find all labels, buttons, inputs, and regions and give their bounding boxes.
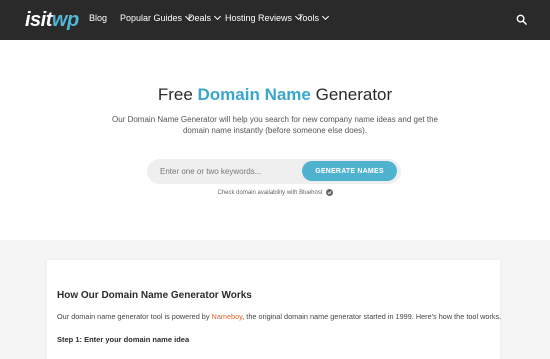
keyword-search-form: GENERATE NAMES — [147, 159, 401, 184]
nav-item-blog[interactable]: Blog — [89, 13, 107, 23]
section-paragraph: Our domain name generator tool is powere… — [57, 312, 501, 321]
check-circle-icon — [325, 189, 333, 196]
step-heading: Step 1: Enter your domain name idea — [57, 335, 190, 344]
chevron-down-icon — [213, 12, 222, 21]
nav-label: Deals — [188, 13, 212, 23]
keyword-input[interactable] — [160, 165, 290, 178]
search-icon[interactable] — [516, 14, 527, 25]
nav-item-popular-guides[interactable]: Popular Guides — [120, 12, 193, 23]
nameboy-link[interactable]: Nameboy — [212, 312, 243, 321]
nav-label: Tools — [298, 13, 320, 23]
title-suffix: Generator — [310, 85, 393, 104]
nav-item-hosting-reviews[interactable]: Hosting Reviews — [225, 12, 303, 23]
nav-label: Blog — [89, 13, 108, 23]
title-prefix: Free — [157, 85, 198, 104]
hero-description: Our Domain Name Generator will help you … — [112, 115, 438, 135]
bluehost-note: Check domain availability with Bluehost — [0, 189, 550, 196]
generate-names-button[interactable]: GENERATE NAMES — [302, 161, 397, 181]
nav-item-deals[interactable]: Deals — [188, 12, 222, 23]
chevron-down-icon — [321, 12, 330, 21]
site-logo[interactable]: isit wp — [25, 9, 79, 31]
bluehost-note-text: Check domain availability with Bluehost — [217, 189, 323, 196]
logo-text-part1: isit — [25, 9, 52, 31]
top-navigation-bar: isit wp Blog Popular Guides Deals Hosting… — [0, 0, 550, 40]
hero-section: Free Domain Name Generator Our Domain Na… — [0, 40, 550, 240]
paragraph-text-start: Our domain name generator tool is powere… — [57, 312, 212, 321]
logo-text-part2: wp — [51, 9, 79, 31]
paragraph-text-end: , the original domain name generator sta… — [242, 312, 502, 321]
nav-label: Popular Guides — [120, 13, 183, 23]
nav-item-tools[interactable]: Tools — [298, 12, 330, 23]
nav-label: Hosting Reviews — [225, 13, 293, 23]
title-highlight: Domain Name — [197, 85, 311, 104]
content-card: How Our Domain Name Generator Works Our … — [47, 260, 501, 359]
section-heading: How Our Domain Name Generator Works — [57, 290, 252, 301]
page-title: Free Domain Name Generator — [0, 85, 550, 105]
